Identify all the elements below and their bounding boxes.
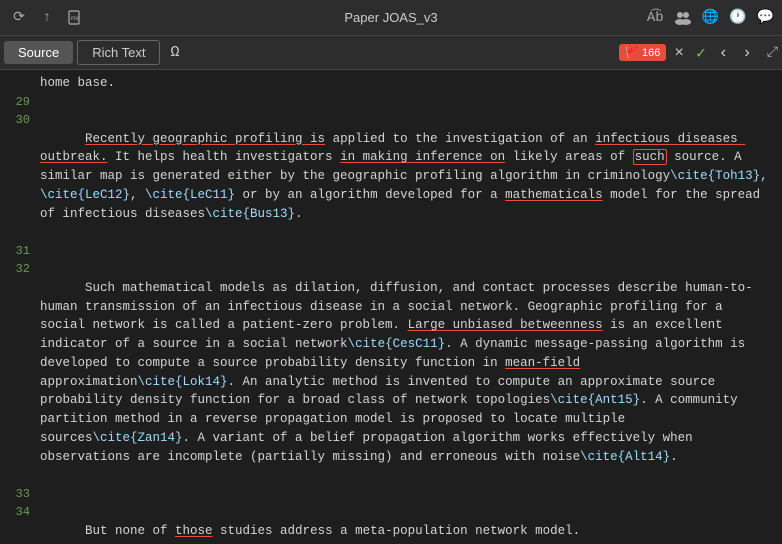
highlighted-phrase: Recently geographic profiling is [85, 132, 325, 146]
users-icon[interactable] [674, 7, 692, 29]
editor-content: home base. 29 30 Recently geographic pro… [0, 70, 782, 544]
cite-ref: \cite{LeC12} [40, 188, 130, 202]
line-item: 29 [0, 93, 782, 111]
reject-button[interactable]: × [670, 44, 688, 62]
line-item: 31 [0, 242, 782, 260]
line-number: 33 [0, 485, 40, 503]
line-item: 34 But none of those studies address a m… [0, 503, 782, 544]
history-icon[interactable]: 🕐 [729, 7, 746, 29]
font-icon[interactable]: A͡b [647, 7, 664, 29]
track-changes-badge[interactable]: 🚩 166 [619, 44, 666, 61]
flag-icon: 🚩 [625, 46, 639, 59]
line-text [40, 93, 782, 109]
source-tab[interactable]: Source [4, 41, 73, 64]
omega-button[interactable]: Ω [164, 44, 185, 61]
line-text: home base. [40, 74, 782, 93]
line-number: 32 [0, 260, 40, 485]
line-number: 29 [0, 93, 40, 111]
cite-ref: \cite{Lok14} [138, 375, 228, 389]
line-number: 30 [0, 111, 40, 242]
cite-ref: \cite{Ant15} [550, 393, 640, 407]
line-item: 30 Recently geographic profiling is appl… [0, 111, 782, 242]
track-changes-count: 166 [642, 47, 660, 59]
title-bar-right-icons: A͡b 🌐 🕐 💬 [654, 7, 774, 29]
line-text [40, 485, 782, 501]
globe-icon[interactable]: 🌐 [702, 7, 719, 29]
upload-icon[interactable]: ↑ [36, 7, 58, 29]
line-item: 32 Such mathematical models as dilation,… [0, 260, 782, 485]
highlighted-phrase: mathematicals [505, 188, 603, 202]
title-bar-left-icons: ⟳ ↑ PDF [8, 7, 128, 29]
line-item: home base. [0, 74, 782, 93]
line-item: 33 [0, 485, 782, 503]
accept-button[interactable]: ✓ [692, 43, 710, 63]
pdf-icon[interactable]: PDF [64, 7, 86, 29]
cite-ref: \cite{Toh13} [670, 169, 760, 183]
line-text: But none of those studies address a meta… [40, 503, 782, 544]
cite-ref: \cite{Alt14} [580, 450, 670, 464]
highlighted-phrase: mean-field [505, 356, 580, 370]
window-title: Paper JOAS_v3 [128, 10, 654, 25]
cite-ref: \cite{Zan14} [93, 431, 183, 445]
chat-icon[interactable]: 💬 [757, 7, 774, 29]
line-number [0, 74, 40, 93]
rich-text-tab[interactable]: Rich Text [77, 40, 160, 65]
svg-text:PDF: PDF [71, 16, 80, 22]
line-text [40, 242, 782, 258]
highlighted-word: such [633, 149, 667, 165]
cite-ref: \cite{CesC11} [348, 337, 446, 351]
highlighted-phrase: Large unbiased betweenness [408, 318, 603, 332]
line-text: Such mathematical models as dilation, di… [40, 260, 782, 485]
line-number: 31 [0, 242, 40, 260]
highlighted-phrase: in making inference on [340, 150, 505, 164]
cite-ref: \cite{LeC11} [145, 188, 235, 202]
line-text: Recently geographic profiling is applied… [40, 111, 782, 242]
cite-ref: \cite{Bus13} [205, 207, 295, 221]
title-bar: ⟳ ↑ PDF Paper JOAS_v3 A͡b 🌐 🕐 💬 [0, 0, 782, 36]
next-button[interactable]: › [737, 44, 757, 62]
highlighted-word: those [175, 524, 213, 538]
rotate-icon[interactable]: ⟳ [8, 7, 30, 29]
line-number: 34 [0, 503, 40, 544]
toolbar: Source Rich Text Ω 🚩 166 × ✓ ‹ › ⤢ [0, 36, 782, 70]
expand-button[interactable]: ⤢ [767, 45, 778, 61]
prev-button[interactable]: ‹ [714, 44, 734, 62]
